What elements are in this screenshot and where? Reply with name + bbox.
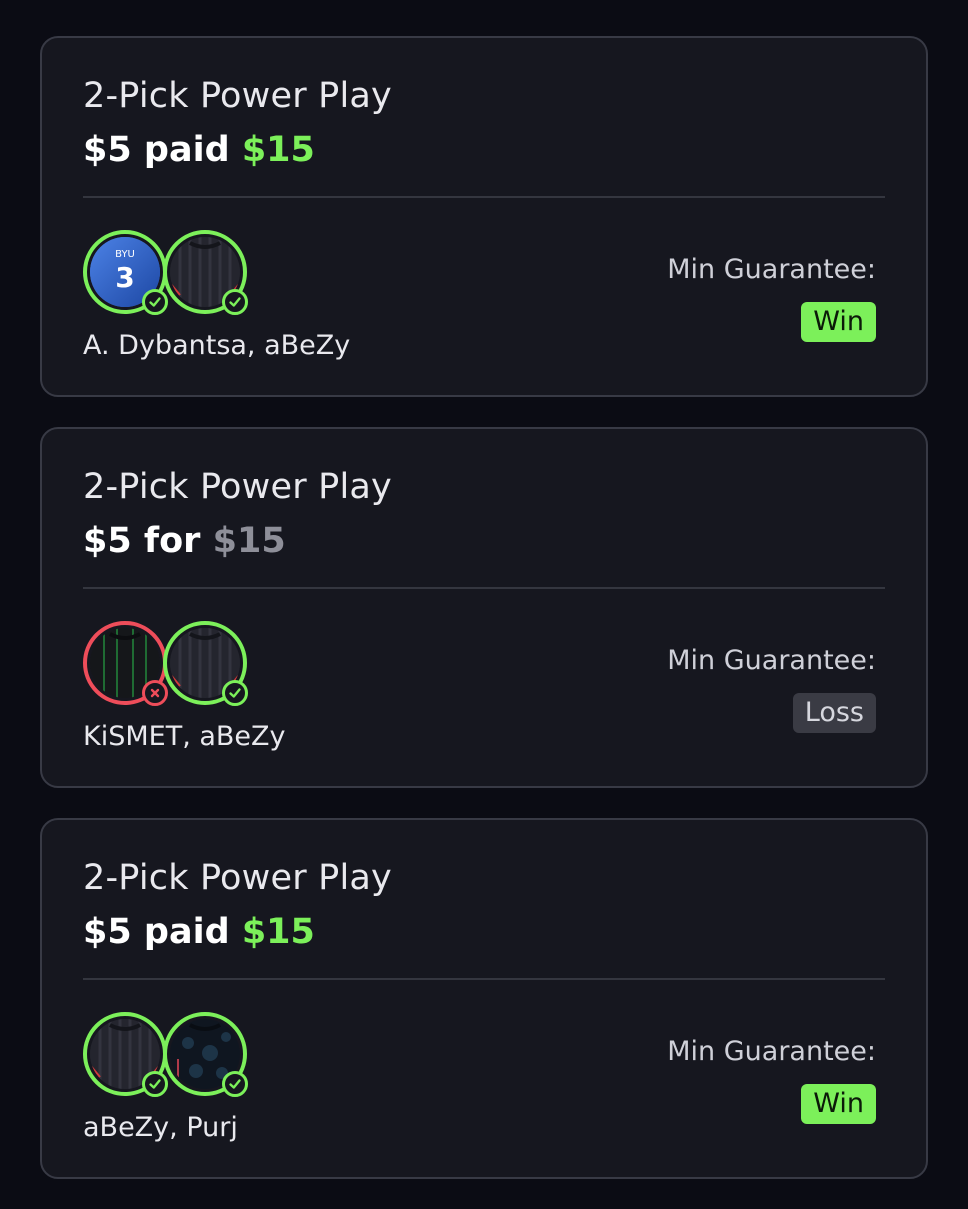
entry-amount: $5 for $15 — [83, 521, 286, 561]
stake-amount: $5 — [83, 912, 132, 952]
check-badge — [142, 1071, 168, 1097]
entry-amount: $5 paid $15 — [83, 912, 315, 952]
stake-amount: $5 — [83, 130, 132, 170]
entry-title: 2-Pick Power Play — [83, 858, 392, 898]
divider — [83, 978, 885, 980]
min-guarantee-label: Min Guarantee: — [667, 254, 876, 285]
min-guarantee-label: Min Guarantee: — [667, 1036, 876, 1067]
player-avatar — [83, 621, 168, 706]
entry-card[interactable]: 2-Pick Power Play $5 paid $15 aBeZy, Pur… — [40, 818, 928, 1179]
entry-title: 2-Pick Power Play — [83, 467, 392, 507]
player-avatar — [163, 1012, 248, 1097]
player-avatars — [83, 1012, 253, 1098]
player-avatar — [163, 230, 248, 315]
player-avatar: BYU 3 — [83, 230, 168, 315]
player-names: KiSMET, aBeZy — [83, 721, 286, 752]
check-badge — [222, 289, 248, 315]
check-icon — [229, 1079, 241, 1089]
entry-title: 2-Pick Power Play — [83, 76, 392, 116]
player-avatars — [83, 621, 253, 707]
entry-card[interactable]: 2-Pick Power Play $5 paid $15 BYU 3 A. D… — [40, 36, 928, 397]
entry-card[interactable]: 2-Pick Power Play $5 for $15 KiSMET, aBe… — [40, 427, 928, 788]
check-badge — [222, 1071, 248, 1097]
amount-connector: paid — [143, 130, 230, 170]
check-icon — [229, 297, 241, 307]
check-icon — [149, 297, 161, 307]
stake-amount: $5 — [83, 521, 132, 561]
check-badge — [142, 289, 168, 315]
x-badge — [142, 680, 168, 706]
jersey-number: 3 — [115, 261, 134, 294]
amount-connector: paid — [143, 912, 230, 952]
check-icon — [229, 688, 241, 698]
player-names: aBeZy, Purj — [83, 1112, 238, 1143]
player-avatar — [163, 621, 248, 706]
player-avatar — [83, 1012, 168, 1097]
check-icon — [149, 1079, 161, 1089]
result-badge: Loss — [792, 693, 876, 733]
divider — [83, 587, 885, 589]
min-guarantee-label: Min Guarantee: — [667, 645, 876, 676]
amount-connector: for — [143, 521, 201, 561]
divider — [83, 196, 885, 198]
entry-amount: $5 paid $15 — [83, 130, 315, 170]
player-avatars: BYU 3 — [83, 230, 253, 316]
result-badge: Win — [801, 302, 876, 342]
payout-amount: $15 — [241, 130, 315, 170]
entries-list: 2-Pick Power Play $5 paid $15 BYU 3 A. D… — [40, 36, 928, 1209]
jersey-text: BYU — [115, 249, 135, 260]
payout-amount: $15 — [212, 521, 286, 561]
check-badge — [222, 680, 248, 706]
x-icon — [150, 688, 160, 698]
result-badge: Win — [801, 1084, 876, 1124]
payout-amount: $15 — [241, 912, 315, 952]
player-names: A. Dybantsa, aBeZy — [83, 330, 351, 361]
